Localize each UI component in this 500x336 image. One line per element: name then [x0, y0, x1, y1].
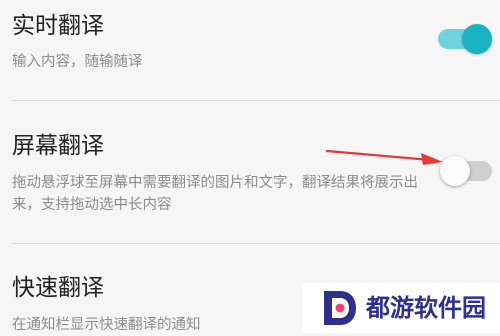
toggle-knob: [462, 24, 492, 54]
screen-translation-toggle[interactable]: [440, 156, 494, 186]
d-letter-logo-icon: [324, 291, 356, 325]
setting-description: 拖动悬浮球至屏幕中需要翻译的图片和文字，翻译结果将展示出来，支持拖动选中长内容: [12, 175, 418, 213]
annotation-arrow-icon: [325, 149, 443, 165]
watermark-text: 都游软件园: [366, 294, 486, 322]
setting-realtime-translation[interactable]: 实时翻译 输入内容，随输随译: [0, 0, 500, 100]
setting-title: 屏幕翻译: [12, 133, 104, 159]
setting-title: 快速翻译: [12, 275, 104, 301]
watermark: 都游软件园: [302, 283, 500, 333]
setting-title: 实时翻译: [12, 13, 104, 39]
realtime-translation-toggle[interactable]: [438, 24, 492, 54]
setting-description: 输入内容，随输随译: [12, 54, 143, 70]
setting-screen-translation[interactable]: 屏幕翻译 拖动悬浮球至屏幕中需要翻译的图片和文字，翻译结果将展示出来，支持拖动选…: [0, 101, 500, 243]
